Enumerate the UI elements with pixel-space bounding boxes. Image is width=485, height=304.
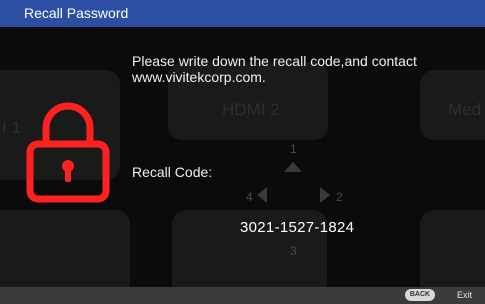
recall-code-label: Recall Code: — [132, 164, 213, 180]
nav-number-3: 3 — [290, 244, 297, 258]
dialog-title-bar: Recall Password — [0, 0, 485, 27]
back-button[interactable]: BACK — [405, 289, 435, 301]
exit-label: Exit — [457, 290, 473, 300]
nav-right-arrow-icon — [320, 187, 330, 203]
recall-code-value: 3021-1527-1824 — [240, 219, 355, 236]
nav-number-2: 2 — [336, 190, 343, 204]
nav-left-arrow-icon — [257, 187, 267, 203]
dialog-title: Recall Password — [24, 5, 129, 21]
nav-number-1: 1 — [290, 142, 297, 156]
bg-tile-center-label: HDMI 2 — [222, 100, 280, 119]
bg-tile-right-label: Med — [448, 100, 482, 119]
lock-icon — [18, 94, 118, 204]
recall-instruction-text: Please write down the recall code,and co… — [132, 53, 417, 85]
nav-number-4: 4 — [246, 190, 253, 204]
nav-up-arrow-icon — [284, 162, 302, 172]
recall-password-screen: I 1 HDMI 2 Med 1 2 3 4 Recall Password P… — [0, 0, 485, 304]
